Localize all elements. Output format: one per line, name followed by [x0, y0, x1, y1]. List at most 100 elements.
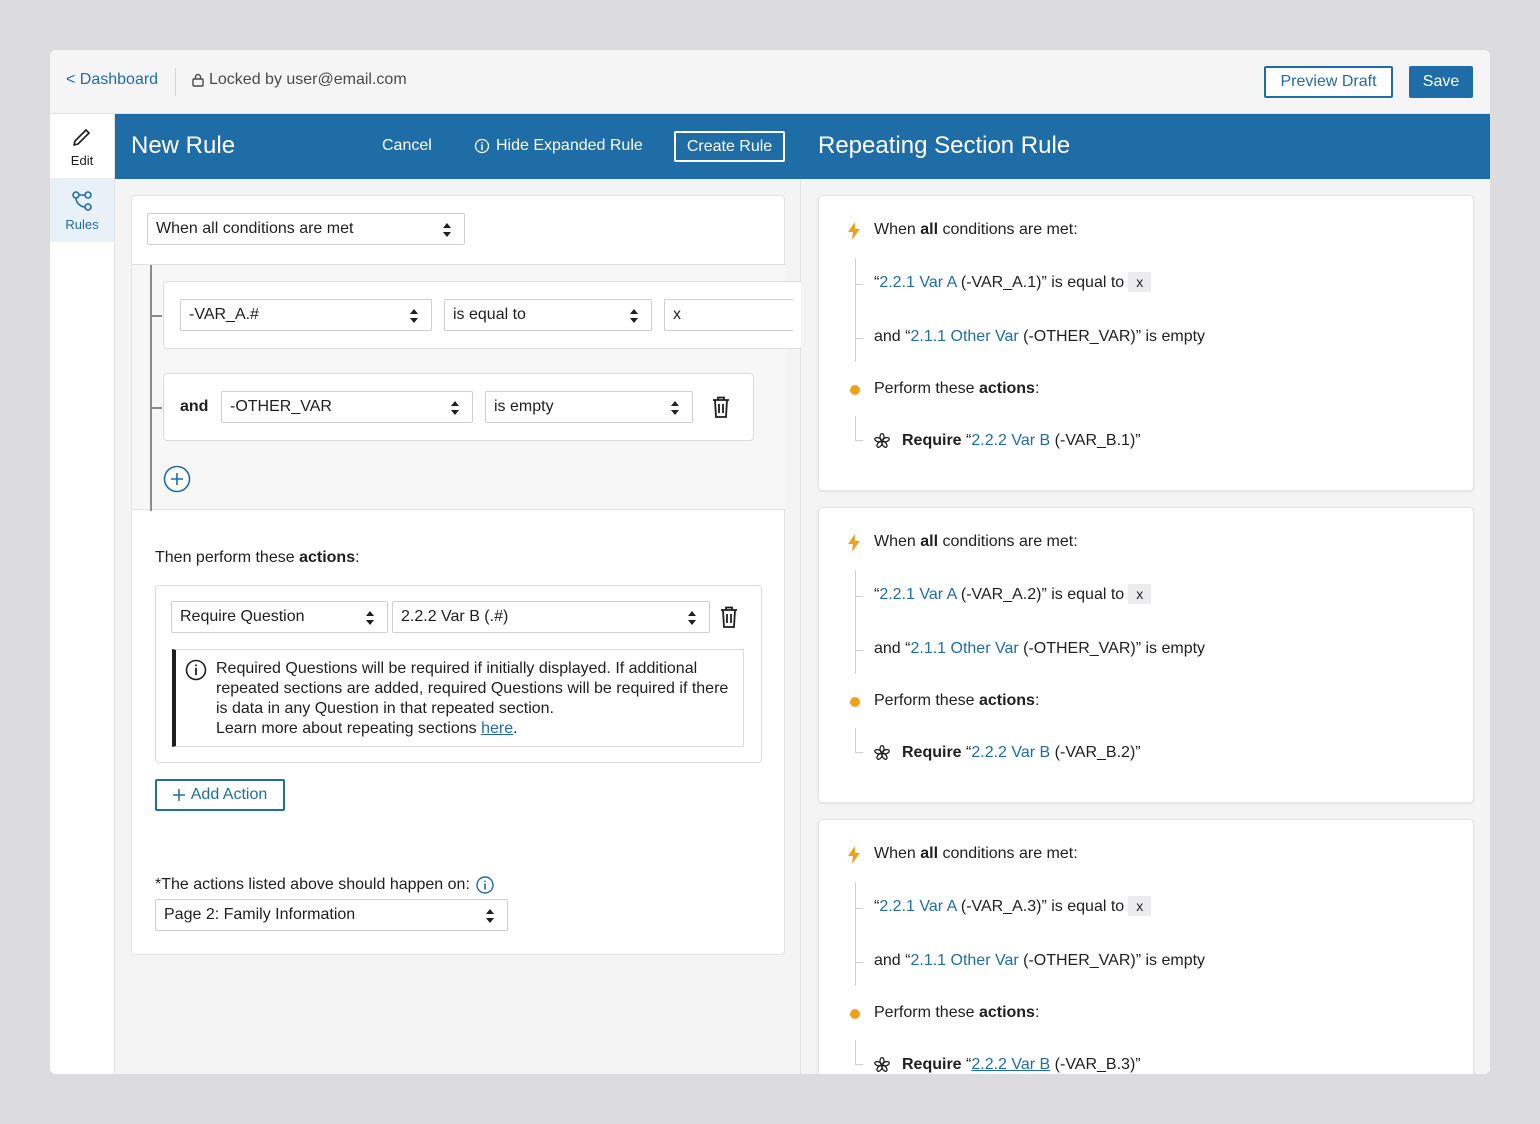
question-link[interactable]: 2.2.2 Var B — [971, 432, 1050, 449]
rail-label-edit: Edit — [70, 152, 94, 168]
condition-variable-select[interactable]: -OTHER_VAR — [221, 391, 473, 423]
action-row: Require Question 2.2.2 Var B (.#) Requir… — [155, 585, 762, 763]
hide-expanded-label: Hide Expanded Rule — [496, 137, 643, 154]
top-bar: < Dashboard Locked by user@email.com Pre… — [50, 50, 1490, 114]
locked-by-text: Locked by user@email.com — [209, 71, 407, 88]
question-link[interactable]: 2.1.1 Other Var — [910, 328, 1018, 345]
preview-draft-button[interactable]: Preview Draft — [1264, 66, 1393, 98]
condition-row: -VAR_A.# is equal to x — [163, 281, 803, 349]
editor-title: New Rule — [131, 132, 236, 159]
lock-status: Locked by user@email.com — [191, 71, 407, 89]
rule-when-line: When all conditions are met: — [874, 221, 1078, 238]
create-rule-button[interactable]: Create Rule — [674, 131, 785, 162]
question-link[interactable]: 2.1.1 Other Var — [910, 640, 1018, 657]
rule-action-line: Require “2.2.2 Var B (-VAR_B.1)” — [902, 432, 1141, 449]
divider — [175, 68, 176, 96]
rule-when-line: When all conditions are met: — [874, 533, 1078, 550]
question-link[interactable]: 2.2.2 Var B — [971, 1056, 1050, 1073]
action-type-select[interactable]: Require Question — [171, 601, 388, 633]
condition-operator-value: is empty — [494, 398, 554, 415]
match-mode-value: When all conditions are met — [156, 220, 354, 237]
condition-value-text: x — [673, 306, 681, 323]
trash-icon[interactable] — [710, 395, 732, 419]
rules-flow-icon — [72, 190, 92, 211]
page-select[interactable]: Page 2: Family Information — [155, 899, 508, 931]
tree-line — [855, 570, 856, 674]
page-prompt-text: *The actions listed above should happen … — [155, 876, 470, 893]
tree-branch — [855, 752, 863, 753]
action-dot-icon — [850, 385, 860, 395]
rule-action-line: Require “2.2.2 Var B (-VAR_B.3)” — [902, 1056, 1141, 1073]
page-select-value: Page 2: Family Information — [164, 906, 356, 923]
hide-expanded-rule-button[interactable]: Hide Expanded Rule — [474, 137, 643, 155]
rule-action-line: Require “2.2.2 Var B (-VAR_B.2)” — [902, 744, 1141, 761]
rule-summary-card: When all conditions are met: “2.2.1 Var … — [818, 507, 1474, 803]
condition-row: and -OTHER_VAR is empty — [163, 373, 754, 441]
rail-item-rules[interactable]: Rules — [50, 178, 114, 242]
tree-branch — [855, 338, 863, 339]
tree-line — [855, 882, 856, 986]
tree-branch — [150, 407, 162, 409]
asterisk-icon — [874, 1057, 890, 1072]
page-prompt: *The actions listed above should happen … — [155, 876, 494, 894]
editor-header: New Rule Cancel Hide Expanded Rule Creat… — [115, 114, 801, 179]
tree-branch — [855, 284, 863, 285]
rule-condition-1: “2.2.1 Var A (-VAR_A.2)” is equal to x — [874, 584, 1152, 604]
add-condition-icon[interactable] — [163, 465, 191, 493]
question-link[interactable]: 2.2.1 Var A — [879, 586, 956, 603]
condition-variable-value: -VAR_A.# — [189, 306, 259, 323]
action-target-value: 2.2.2 Var B (.#) — [401, 608, 509, 625]
tree-line — [855, 416, 856, 440]
action-type-value: Require Question — [180, 608, 305, 625]
question-link[interactable]: 2.2.1 Var A — [879, 274, 956, 291]
dashboard-back-link[interactable]: < Dashboard — [66, 71, 158, 89]
asterisk-icon — [874, 433, 890, 448]
rule-when-line: When all conditions are met: — [874, 845, 1078, 862]
required-info-box: Required Questions will be required if i… — [172, 649, 744, 747]
add-action-button[interactable]: Add Action — [155, 779, 285, 811]
action-dot-icon — [850, 1009, 860, 1019]
action-target-select[interactable]: 2.2.2 Var B (.#) — [392, 601, 710, 633]
tree-branch — [855, 908, 863, 909]
tree-line — [855, 728, 856, 752]
lightning-icon — [848, 534, 860, 552]
info-text: Required Questions will be required if i… — [216, 660, 729, 737]
add-action-label: Add Action — [190, 786, 268, 803]
match-mode-select[interactable]: When all conditions are met — [147, 213, 465, 245]
conditions-area: -VAR_A.# is equal to x and -OTHER_VAR is… — [132, 264, 803, 511]
cancel-button[interactable]: Cancel — [382, 137, 432, 155]
trash-icon[interactable] — [718, 605, 740, 629]
lightning-icon — [848, 222, 860, 240]
condition-operator-value: is equal to — [453, 306, 526, 323]
rule-condition-2: and “2.1.1 Other Var (-OTHER_VAR)” is em… — [874, 640, 1206, 657]
condition-operator-select[interactable]: is equal to — [444, 299, 652, 331]
info-icon[interactable] — [476, 876, 494, 894]
sort-arrows-icon — [671, 401, 679, 415]
sort-arrows-icon — [451, 401, 459, 415]
condition-variable-select[interactable]: -VAR_A.# — [180, 299, 432, 331]
sort-arrows-icon — [366, 611, 374, 625]
sort-arrows-icon — [486, 909, 494, 923]
rule-editor-panel: New Rule Cancel Hide Expanded Rule Creat… — [115, 114, 803, 1074]
info-icon — [185, 659, 207, 681]
preview-header: Repeating Section Rule — [801, 114, 1490, 179]
left-rail: Edit Rules — [50, 114, 115, 1074]
tree-branch — [855, 650, 863, 651]
rail-item-edit[interactable]: Edit — [50, 114, 114, 178]
condition-value-input[interactable]: x — [664, 299, 794, 331]
question-link[interactable]: 2.2.1 Var A — [879, 898, 956, 915]
tree-branch — [855, 1064, 863, 1065]
rule-summary-card: When all conditions are met: “2.2.1 Var … — [818, 195, 1474, 491]
question-link[interactable]: 2.1.1 Other Var — [910, 952, 1018, 969]
asterisk-icon — [874, 745, 890, 760]
sort-arrows-icon — [443, 223, 451, 237]
condition-variable-value: -OTHER_VAR — [230, 398, 332, 415]
question-link[interactable]: 2.2.2 Var B — [971, 744, 1050, 761]
rule-perform-line: Perform these actions: — [874, 692, 1040, 709]
save-button[interactable]: Save — [1409, 66, 1473, 98]
sort-arrows-icon — [410, 309, 418, 323]
rule-preview-panel: Repeating Section Rule When all conditio… — [801, 114, 1490, 1074]
pencil-icon — [73, 128, 90, 146]
condition-operator-select[interactable]: is empty — [485, 391, 693, 423]
learn-more-link[interactable]: here — [481, 720, 513, 737]
